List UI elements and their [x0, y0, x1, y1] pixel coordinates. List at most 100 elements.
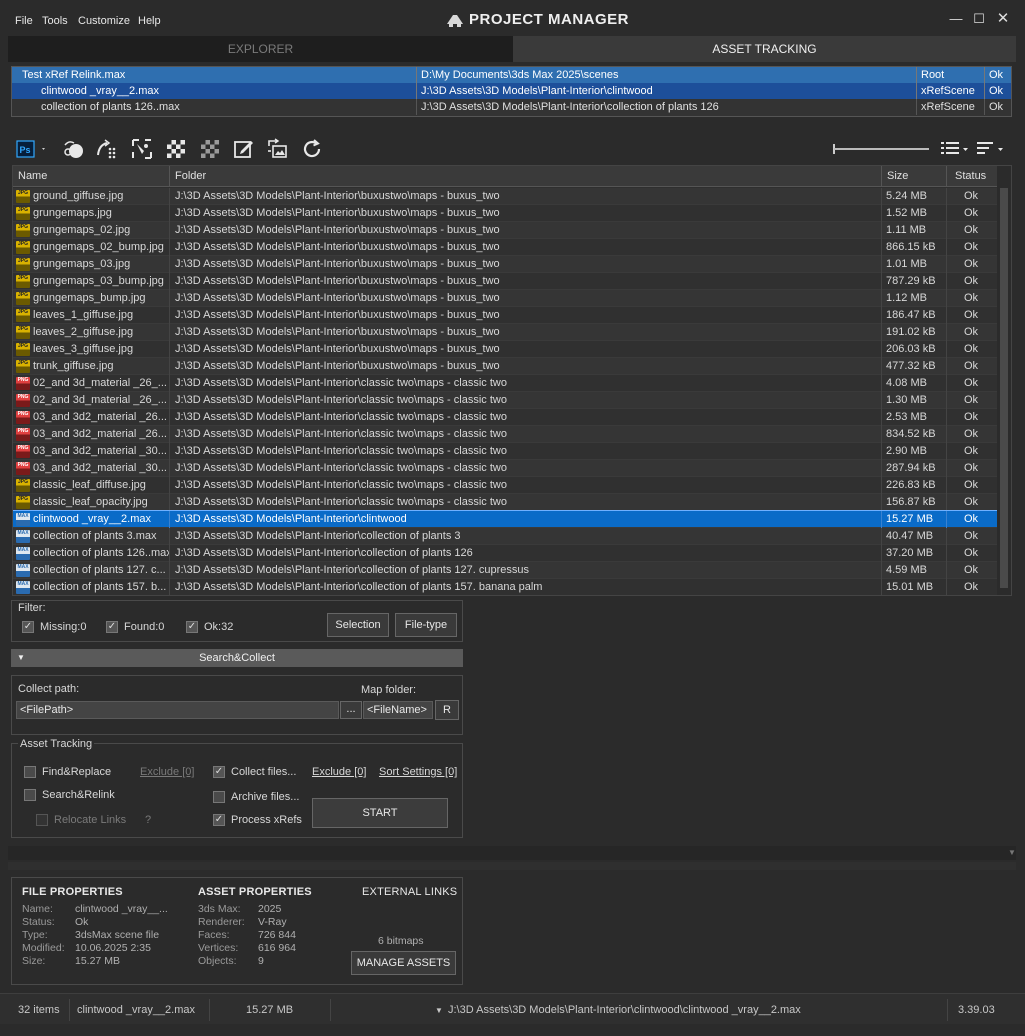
process-xrefs-checkbox[interactable]: ✓ [213, 814, 225, 826]
cell-status: Ok [947, 477, 998, 494]
table-row[interactable]: JPG grungemaps_bump.jpg J:\3D Assets\3D Mo… [13, 290, 998, 307]
sort-icon[interactable] [975, 137, 1009, 161]
scene-row-xref[interactable]: collection of plants 126..max J:\3D Asse… [12, 99, 1011, 115]
column-header-status[interactable]: Status [947, 166, 998, 187]
list-view-icon[interactable] [939, 137, 975, 161]
table-row[interactable]: JPG grungemaps.jpg J:\3D Assets\3D Models\… [13, 205, 998, 222]
file-name: 03_and 3d2_material _30... [33, 462, 167, 474]
minimize-icon[interactable]: — [947, 10, 965, 28]
collect-files-checkbox[interactable]: ✓ [213, 766, 225, 778]
exclude-link[interactable]: Exclude [0] [312, 766, 366, 778]
cell-folder: J:\3D Assets\3D Models\Plant-Interior\cl… [170, 409, 882, 426]
cell-status: Ok [947, 494, 998, 511]
collect-bitmaps-icon[interactable] [61, 137, 85, 161]
browse-button[interactable]: ... [340, 701, 362, 719]
filetype-button[interactable]: File-type [395, 613, 457, 637]
search-relink-checkbox[interactable] [24, 789, 36, 801]
table-row[interactable]: JPG grungemaps_02_bump.jpg J:\3D Assets\3D… [13, 239, 998, 256]
found-checkbox[interactable]: ✓ [106, 621, 118, 633]
table-row[interactable]: MAX collection of plants 126..max J:\3D As… [13, 545, 998, 562]
map-folder-label: Map folder: [361, 684, 417, 696]
start-button[interactable]: START [312, 798, 448, 828]
close-icon[interactable]: ✕ [994, 10, 1012, 28]
cell-name: JPG grungemaps_02.jpg [13, 222, 170, 239]
help-icon[interactable]: ? [145, 814, 151, 826]
select-bitmaps-icon[interactable] [130, 137, 154, 161]
cell-size: 866.15 kB [882, 239, 947, 256]
tab-asset-tracking[interactable]: ASSET TRACKING [513, 36, 1016, 62]
checker-icon[interactable] [164, 137, 188, 161]
find-replace-checkbox[interactable] [24, 766, 36, 778]
sort-settings-link[interactable]: Sort Settings [0] [379, 766, 457, 778]
table-row[interactable]: JPG trunk_giffuse.jpg J:\3D Assets\3D Mode… [13, 358, 998, 375]
cell-name: JPG classic_leaf_diffuse.jpg [13, 477, 170, 494]
archive-files-checkbox[interactable] [213, 791, 225, 803]
table-row[interactable]: PNG 03_and 3d2_material _26... J:\3D Asset… [13, 409, 998, 426]
table-row[interactable]: JPG leaves_2_giffuse.jpg J:\3D Assets\3D M… [13, 324, 998, 341]
edit-icon[interactable] [232, 137, 256, 161]
photoshop-icon[interactable]: Ps [15, 137, 49, 161]
table-row[interactable]: PNG 03_and 3d2_material _30... J:\3D Asset… [13, 460, 998, 477]
scrollbar-thumb[interactable] [1000, 188, 1008, 588]
menu-file[interactable]: File [15, 15, 33, 27]
table-row[interactable]: JPG grungemaps_02.jpg J:\3D Assets\3D Mode… [13, 222, 998, 239]
relocate-links-checkbox[interactable] [36, 814, 48, 826]
scene-name: Test xRef Relink.max [22, 69, 126, 81]
tab-explorer[interactable]: EXPLORER [8, 36, 513, 62]
panel-splitter-grip[interactable] [8, 862, 1016, 870]
max-file-icon: MAX [16, 530, 30, 543]
vertical-scrollbar[interactable] [997, 166, 1011, 595]
table-row[interactable]: MAX collection of plants 127. c... J:\3D A… [13, 562, 998, 579]
table-row[interactable]: PNG 02_and 3d_material _26_... J:\3D Asset… [13, 392, 998, 409]
asset-tracking-title: Asset Tracking [18, 738, 95, 750]
table-row[interactable]: JPG grungemaps_03.jpg J:\3D Assets\3D Mode… [13, 256, 998, 273]
menu-tools[interactable]: Tools [42, 15, 68, 27]
manage-assets-button[interactable]: MANAGE ASSETS [351, 951, 456, 975]
missing-checkbox[interactable]: ✓ [22, 621, 34, 633]
table-row[interactable]: MAX collection of plants 157. b... J:\3D A… [13, 579, 998, 595]
column-header-folder[interactable]: Folder [170, 166, 882, 187]
cell-folder: J:\3D Assets\3D Models\Plant-Interior\co… [170, 579, 882, 595]
column-header-name[interactable]: Name [13, 166, 170, 187]
reset-button[interactable]: R [435, 700, 459, 720]
cell-size: 4.59 MB [882, 562, 947, 579]
table-row[interactable]: PNG 03_and 3d2_material _30... J:\3D Asset… [13, 443, 998, 460]
maximize-icon[interactable]: ☐ [970, 10, 988, 28]
file-name: 02_and 3d_material _26_... [33, 377, 167, 389]
relink-icon[interactable] [95, 137, 119, 161]
cell-size: 1.01 MB [882, 256, 947, 273]
table-row[interactable]: JPG ground_giffuse.jpg J:\3D Assets\3D Mod… [13, 188, 998, 205]
table-row[interactable]: JPG classic_leaf_diffuse.jpg J:\3D Assets\… [13, 477, 998, 494]
jpg-file-icon: JPG [16, 343, 30, 356]
menu-customize[interactable]: Customize [78, 15, 130, 27]
table-row[interactable]: JPG leaves_3_giffuse.jpg J:\3D Assets\3D M… [13, 341, 998, 358]
chevron-down-icon[interactable]: ▼ [1008, 848, 1016, 857]
table-row[interactable]: JPG classic_leaf_opacity.jpg J:\3D Assets\… [13, 494, 998, 511]
exclude-link-disabled[interactable]: Exclude [0] [140, 766, 194, 778]
map-folder-input[interactable]: <FileName> [363, 701, 433, 719]
table-row[interactable]: PNG 02_and 3d_material _26_... J:\3D Asset… [13, 375, 998, 392]
collect-path-input[interactable]: <FilePath> [16, 701, 339, 719]
status-file-size: 15.27 MB [246, 1004, 294, 1016]
refresh-icon[interactable] [300, 137, 324, 161]
table-row[interactable]: JPG leaves_1_giffuse.jpg J:\3D Assets\3D M… [13, 307, 998, 324]
scene-path: D:\My Documents\3ds Max 2025\scenes [416, 67, 916, 83]
table-row[interactable]: MAX collection of plants 3.max J:\3D Asset… [13, 528, 998, 545]
thumbnail-size-slider[interactable] [831, 137, 931, 161]
panel-splitter[interactable]: ▼ [8, 846, 1016, 860]
selection-button[interactable]: Selection [327, 613, 389, 637]
menu-help[interactable]: Help [138, 15, 161, 27]
column-header-size[interactable]: Size [882, 166, 947, 187]
cell-size: 206.03 kB [882, 341, 947, 358]
path-dropdown-icon[interactable]: ▼ [435, 1006, 443, 1015]
scene-row-xref[interactable]: clintwood _vray__2.max J:\3D Assets\3D M… [12, 83, 1011, 99]
table-row[interactable]: JPG grungemaps_03_bump.jpg J:\3D Assets\3D… [13, 273, 998, 290]
scene-row-root[interactable]: Test xRef Relink.max D:\My Documents\3ds… [12, 67, 1011, 83]
search-collect-rollout[interactable]: ▼ Search&Collect [11, 649, 463, 667]
table-row[interactable]: MAX clintwood _vray__2.max J:\3D Assets\3D… [13, 510, 999, 529]
checker-off-icon[interactable] [198, 137, 222, 161]
ok-checkbox[interactable]: ✓ [186, 621, 198, 633]
cell-folder: J:\3D Assets\3D Models\Plant-Interior\bu… [170, 341, 882, 358]
swap-image-icon[interactable] [265, 137, 289, 161]
table-row[interactable]: PNG 03_and 3d2_material _26... J:\3D Asset… [13, 426, 998, 443]
